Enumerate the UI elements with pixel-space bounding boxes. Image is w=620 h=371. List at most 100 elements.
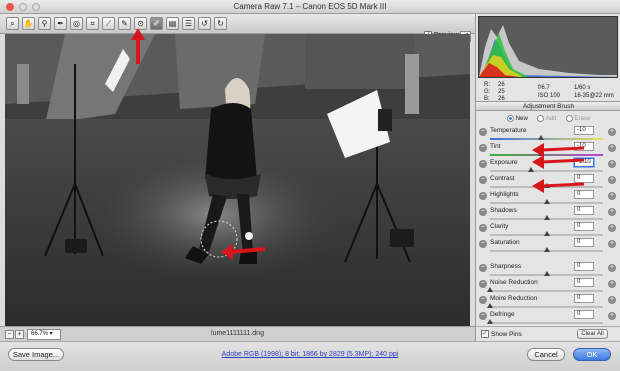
decrease-icon[interactable]: −: [479, 192, 487, 200]
slider-knob[interactable]: [543, 215, 550, 220]
hand-icon[interactable]: ✋: [22, 17, 35, 30]
image-preview[interactable]: [5, 34, 470, 326]
increase-icon[interactable]: +: [608, 192, 616, 200]
slider-track[interactable]: [490, 322, 603, 324]
r-label: R:: [484, 82, 490, 88]
increase-icon[interactable]: +: [608, 224, 616, 232]
decrease-icon[interactable]: −: [479, 176, 487, 184]
mode-erase[interactable]: Erase: [565, 115, 590, 122]
close-window-button[interactable]: [6, 3, 14, 11]
toolbar-annotation-arrow: [131, 28, 145, 64]
slider-knob[interactable]: [543, 231, 550, 236]
slider-label: Temperature: [490, 127, 527, 134]
camera-raw-window: Camera Raw 7.1 – Canon EOS 5D Mark III ⌕…: [0, 0, 620, 371]
status-bar: − + 66.7% ▾ lume1111111.dng: [0, 326, 475, 341]
rotate-left-icon[interactable]: ↺: [198, 17, 211, 30]
increase-icon[interactable]: +: [608, 208, 616, 216]
slider-knob[interactable]: [543, 247, 550, 252]
mode-add[interactable]: Add: [536, 115, 557, 122]
shutter-value: 1/60 s: [574, 85, 591, 91]
panel-footer: ✓ Show Pins Clear All: [476, 326, 620, 341]
cancel-button[interactable]: Cancel: [527, 348, 565, 361]
slider-label: Sharpness: [490, 263, 522, 270]
title-bar: Camera Raw 7.1 – Canon EOS 5D Mark III: [0, 0, 620, 14]
white-balance-icon[interactable]: ⚲: [38, 17, 51, 30]
increase-icon[interactable]: +: [608, 280, 616, 288]
increase-icon[interactable]: +: [608, 144, 616, 152]
slider-track[interactable]: [490, 306, 603, 308]
lens-value: 16-35@22 mm: [574, 93, 614, 99]
aperture-value: f/6.7: [538, 85, 550, 91]
slider-label: Clarity: [490, 223, 509, 230]
mode-add-label: Add: [545, 115, 557, 122]
increase-icon[interactable]: +: [608, 264, 616, 272]
decrease-icon[interactable]: −: [479, 296, 487, 304]
show-pins-checkbox[interactable]: ✓: [481, 330, 489, 338]
increase-icon[interactable]: +: [608, 296, 616, 304]
window-title: Camera Raw 7.1 – Canon EOS 5D Mark III: [233, 2, 387, 11]
increase-icon[interactable]: +: [608, 176, 616, 184]
increase-icon[interactable]: +: [608, 240, 616, 248]
clear-all-button[interactable]: Clear All: [577, 329, 608, 339]
dialog-footer: Save Image... Adobe RGB (1998); 8 bit; 1…: [0, 341, 620, 371]
slider-knob[interactable]: [487, 319, 493, 324]
show-pins-toggle[interactable]: ✓ Show Pins: [481, 330, 522, 338]
slider-label: Tint: [490, 143, 501, 150]
slider-knob[interactable]: [543, 271, 550, 276]
slider-label: Defringe: [490, 311, 515, 318]
slider-value-field[interactable]: 0: [574, 238, 594, 247]
decrease-icon[interactable]: −: [479, 264, 487, 272]
slider-row-clarity: − Clarity 0 +: [476, 222, 620, 238]
rotate-right-icon[interactable]: ↻: [214, 17, 227, 30]
adjustment-brush-icon[interactable]: ✐: [150, 17, 163, 30]
slider-value-field[interactable]: 0: [574, 222, 594, 231]
slider-row-moire-reduction: − Moire Reduction 0 +: [476, 294, 620, 310]
slider-row-saturation: − Saturation 0 +: [476, 238, 620, 254]
decrease-icon[interactable]: −: [479, 224, 487, 232]
decrease-icon[interactable]: −: [479, 280, 487, 288]
slider-value-field[interactable]: 0: [574, 278, 594, 287]
slider-track[interactable]: [490, 290, 603, 292]
slider-value-field[interactable]: -10: [574, 126, 594, 135]
g-label: G:: [484, 89, 491, 95]
slider-value-field[interactable]: 0: [574, 310, 594, 319]
slider-knob[interactable]: [487, 303, 493, 308]
slider-annotation-arrows: [532, 143, 585, 193]
increase-icon[interactable]: +: [608, 128, 616, 136]
slider-label: Highlights: [490, 191, 519, 198]
preferences-icon[interactable]: ☰: [182, 17, 195, 30]
g-value: 25: [498, 89, 505, 95]
targeted-adjust-icon[interactable]: ◎: [70, 17, 83, 30]
zoom-window-button[interactable]: [32, 3, 40, 11]
mode-add-radio[interactable]: [536, 115, 544, 122]
ok-button[interactable]: OK: [573, 348, 611, 361]
slider-knob[interactable]: [487, 287, 493, 292]
decrease-icon[interactable]: −: [479, 312, 487, 320]
decrease-icon[interactable]: −: [479, 144, 487, 152]
decrease-icon[interactable]: −: [479, 240, 487, 248]
increase-icon[interactable]: +: [608, 160, 616, 168]
slider-label: Contrast: [490, 175, 515, 182]
slider-value-field[interactable]: 0: [574, 262, 594, 271]
increase-icon[interactable]: +: [608, 312, 616, 320]
straighten-icon[interactable]: ⟋: [102, 17, 115, 30]
mode-erase-radio[interactable]: [565, 115, 573, 122]
decrease-icon[interactable]: −: [479, 160, 487, 168]
decrease-icon[interactable]: −: [479, 128, 487, 136]
color-sampler-icon[interactable]: ✒: [54, 17, 67, 30]
slider-track[interactable]: [490, 138, 603, 140]
slider-label: Noise Reduction: [490, 279, 538, 286]
show-pins-label: Show Pins: [491, 330, 522, 338]
zoom-icon[interactable]: ⌕: [6, 17, 19, 30]
histogram-graph: [479, 17, 617, 77]
brush-mode-group: New Add Erase: [476, 113, 620, 124]
mode-new[interactable]: New: [506, 115, 528, 122]
minimize-window-button[interactable]: [19, 3, 27, 11]
mode-new-radio[interactable]: [506, 115, 514, 122]
crop-icon[interactable]: ⌗: [86, 17, 99, 30]
decrease-icon[interactable]: −: [479, 208, 487, 216]
slider-knob[interactable]: [537, 135, 544, 140]
graduated-filter-icon[interactable]: ▤: [166, 17, 179, 30]
camera-info: R: 26 G: 25 B: 26 f/6.7 1/60 s ISO 100 1…: [478, 80, 618, 102]
slider-value-field[interactable]: 0: [574, 294, 594, 303]
